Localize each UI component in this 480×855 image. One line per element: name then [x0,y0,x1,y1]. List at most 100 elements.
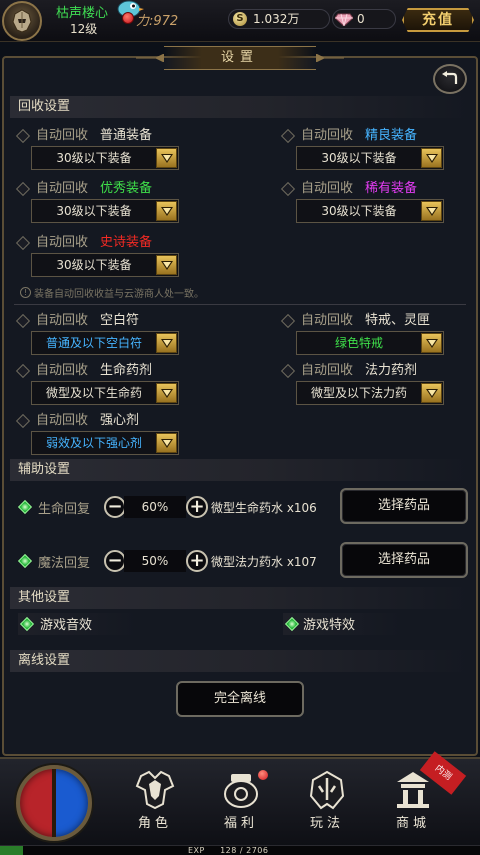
recycle-quality: 法力药剂 [365,363,418,378]
effects-toggle-row[interactable]: 游戏特效 [283,613,403,635]
recycle-select-common[interactable]: 30级以下装备 [31,146,179,170]
chevron-down-icon[interactable] [156,255,177,275]
recycle-select-hp-potion[interactable]: 微型及以下生命药 [31,381,179,405]
full-offline-button[interactable]: 完全离线 [176,681,304,717]
gem-amount: 0 [357,12,365,26]
checkbox-diamond-icon[interactable] [15,413,31,429]
checkbox-diamond-icon[interactable] [15,313,31,329]
recycle-toggle-fine[interactable]: 自动回收 精良装备 [280,125,473,147]
sound-label: 游戏音效 [40,618,93,633]
recycle-select-epic[interactable]: 30级以下装备 [31,253,179,277]
recycle-note: 装备自动回收收益与云游商人处一致。 [34,289,204,300]
recycle-select-mp-potion[interactable]: 微型及以下法力药 [296,381,444,405]
select-value: 30级以下装备 [56,204,132,218]
recycle-quality: 普通装备 [100,128,153,143]
recycle-select-excellent[interactable]: 30级以下装备 [31,199,179,223]
select-value: 绿色特戒 [334,336,383,350]
mp-plus-button[interactable]: + [186,550,208,572]
effects-toggle-icon[interactable] [284,616,300,632]
section-other: 其他设置 [10,587,470,609]
chevron-down-icon[interactable] [421,201,442,221]
recycle-quality: 特戒、灵匣 [365,313,431,328]
diamond-gem-icon [335,13,353,26]
recharge-button[interactable]: 充值 [402,8,474,32]
mp-minus-button[interactable]: − [104,550,126,572]
recycle-toggle-hp-potion[interactable]: 自动回收 生命药剂 [15,360,218,382]
mp-percent: 50% [124,550,186,572]
recycle-toggle-special-ring[interactable]: 自动回收 特戒、灵匣 [280,310,473,332]
chevron-down-icon[interactable] [421,333,442,353]
recycle-select-fine[interactable]: 30级以下装备 [296,146,444,170]
choose-mp-potion-button[interactable]: 选择药品 [340,542,468,578]
checkbox-diamond-icon[interactable] [280,363,296,379]
recycle-prefix: 自动回收 [301,128,354,143]
return-arrow-icon [442,71,458,84]
select-value: 30级以下装备 [56,151,132,165]
combat-power: 力:972 [136,14,179,29]
checkbox-diamond-icon[interactable] [15,235,31,251]
hp-minus-button[interactable]: − [104,496,126,518]
gold-amount: 1.032万 [253,12,300,26]
recycle-toggle-blank-rune[interactable]: 自动回收 空白符 [15,310,218,332]
hp-mp-orb [16,765,92,841]
recycle-toggle-common[interactable]: 自动回收 普通装备 [15,125,218,147]
chevron-down-icon[interactable] [421,383,442,403]
chevron-down-icon[interactable] [421,148,442,168]
back-button[interactable] [433,64,467,94]
recycle-toggle-epic[interactable]: 自动回收 史诗装备 [15,232,218,254]
recycle-prefix: 自动回收 [36,128,89,143]
player-level: 12级 [70,22,98,36]
recycle-select-blank-rune[interactable]: 普通及以下空白符 [31,331,179,355]
choose-hp-potion-button[interactable]: 选择药品 [340,488,468,524]
recycle-quality: 精良装备 [365,128,418,143]
nav-welfare[interactable]: 福利 [208,770,274,834]
checkbox-diamond-icon[interactable] [15,181,31,197]
info-icon: ! [20,287,31,298]
checkbox-diamond-icon[interactable] [15,128,31,144]
hp-recover-label: 生命回复 [38,502,91,517]
recycle-quality: 稀有装备 [365,181,418,196]
recycle-select-cardiac[interactable]: 弱效及以下强心剂 [31,431,179,455]
gold-coin-icon: S [233,12,247,26]
divider [14,304,466,305]
player-avatar[interactable] [2,1,42,41]
checkbox-diamond-icon[interactable] [280,313,296,329]
nav-label: 角色 [137,816,172,831]
power-gem-icon [122,12,134,24]
checkbox-diamond-icon[interactable] [280,181,296,197]
title-ornament-left-icon [136,54,164,62]
recycle-quality: 优秀装备 [100,181,153,196]
nav-gameplay[interactable]: 玩法 [294,770,360,834]
mp-recover-label: 魔法回复 [38,556,91,571]
notification-dot-icon [258,770,268,780]
top-bar: 枯声楼心 12级 力:972 S 1.032万 0 充值 [0,0,480,42]
recycle-prefix: 自动回收 [36,363,89,378]
chevron-down-icon[interactable] [156,433,177,453]
recycle-toggle-mp-potion[interactable]: 自动回收 法力药剂 [280,360,473,382]
player-name: 枯声楼心 [56,6,109,21]
recycle-select-rare[interactable]: 30级以下装备 [296,199,444,223]
nav-label: 福利 [223,816,258,831]
mp-potion-name: 微型法力药水 x107 [211,555,317,569]
panel-title: 设置 [164,46,316,70]
sound-toggle-row[interactable]: 游戏音效 [18,613,138,635]
recycle-prefix: 自动回收 [301,313,354,328]
recycle-prefix: 自动回收 [301,363,354,378]
sound-toggle-icon[interactable] [19,616,35,632]
recycle-toggle-excellent[interactable]: 自动回收 优秀装备 [15,178,218,200]
chevron-down-icon[interactable] [156,148,177,168]
recycle-select-special-ring[interactable]: 绿色特戒 [296,331,444,355]
chevron-down-icon[interactable] [156,201,177,221]
recycle-toggle-cardiac[interactable]: 自动回收 强心剂 [15,410,218,432]
checkbox-diamond-icon[interactable] [15,363,31,379]
chevron-down-icon[interactable] [156,333,177,353]
hp-plus-button[interactable]: + [186,496,208,518]
nav-character[interactable]: 角色 [122,770,188,834]
chevron-down-icon[interactable] [156,383,177,403]
effects-label: 游戏特效 [303,618,356,633]
select-value: 30级以下装备 [56,258,132,272]
recycle-quality: 空白符 [100,313,140,328]
recycle-toggle-rare[interactable]: 自动回收 稀有装备 [280,178,473,200]
checkbox-diamond-icon[interactable] [280,128,296,144]
gem-counter: 0 [332,9,396,29]
